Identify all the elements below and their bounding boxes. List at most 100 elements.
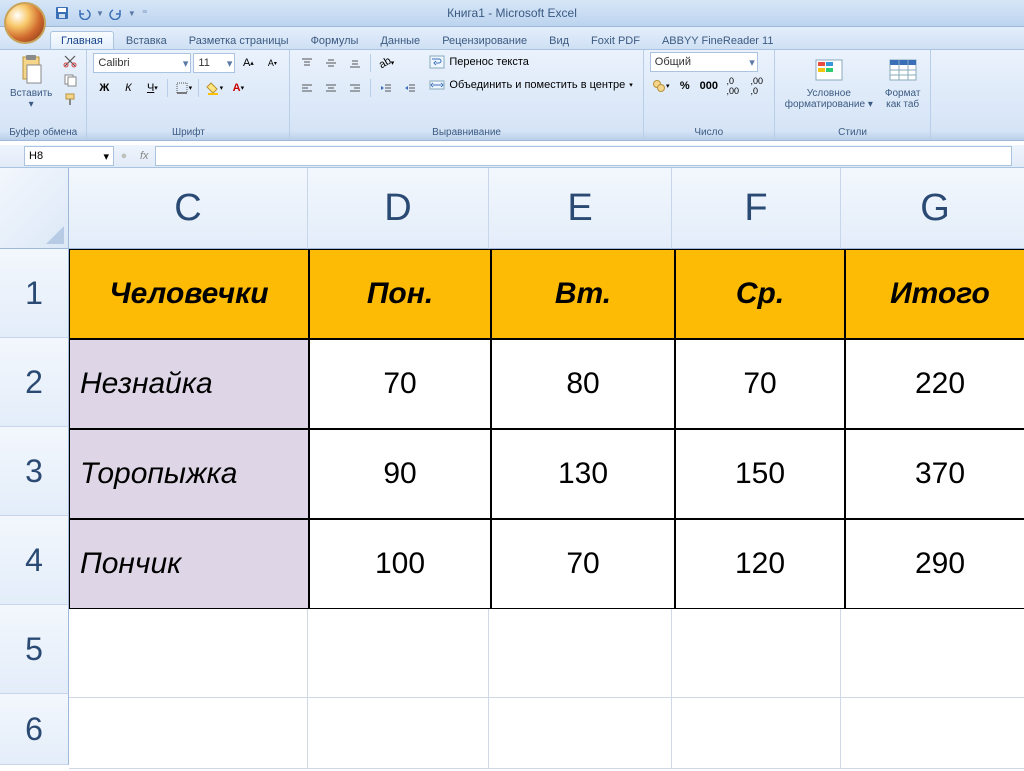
- orientation-icon[interactable]: ab▾: [375, 52, 397, 74]
- fill-color-icon[interactable]: ▾: [203, 77, 225, 99]
- tab-главная[interactable]: Главная: [50, 31, 114, 49]
- percent-icon[interactable]: %: [674, 75, 696, 97]
- cell[interactable]: 150: [675, 429, 845, 519]
- title-bar: ▼ ▼ ⁼ Книга1 - Microsoft Excel: [0, 0, 1024, 27]
- cell[interactable]: 220: [845, 339, 1024, 429]
- row-header[interactable]: 1: [0, 249, 69, 338]
- group-number: Общий▾ ▾ % 000 ,0,00 ,00,0 Число: [644, 50, 775, 140]
- cell[interactable]: [672, 609, 841, 698]
- align-top-icon[interactable]: [296, 52, 318, 74]
- cut-icon[interactable]: [60, 52, 80, 70]
- bold-button[interactable]: Ж: [93, 77, 115, 99]
- grow-font-icon[interactable]: A▴: [237, 52, 259, 74]
- column-header[interactable]: D: [308, 168, 489, 249]
- cell[interactable]: 120: [675, 519, 845, 609]
- increase-decimal-icon[interactable]: ,0,00: [722, 75, 744, 97]
- format-painter-icon[interactable]: [60, 90, 80, 108]
- tab-abbyy-finereader-11[interactable]: ABBYY FineReader 11: [652, 32, 784, 49]
- cell[interactable]: 80: [491, 339, 675, 429]
- cell[interactable]: [841, 609, 1024, 698]
- align-left-icon[interactable]: [296, 77, 318, 99]
- cell[interactable]: [489, 698, 672, 769]
- cell[interactable]: 90: [309, 429, 491, 519]
- column-header[interactable]: G: [841, 168, 1024, 249]
- cell[interactable]: 70: [491, 519, 675, 609]
- quick-access-toolbar: ▼ ▼ ⁼: [52, 3, 148, 23]
- name-box[interactable]: H8▾: [24, 146, 114, 166]
- wrap-text-label: Перенос текста: [449, 56, 529, 68]
- cell[interactable]: [69, 609, 308, 698]
- dropdown-icon[interactable]: ▼: [96, 9, 104, 18]
- tab-разметка-страницы[interactable]: Разметка страницы: [179, 32, 299, 49]
- undo-icon[interactable]: [74, 3, 94, 23]
- decrease-decimal-icon[interactable]: ,00,0: [746, 75, 768, 97]
- increase-indent-icon[interactable]: [399, 77, 421, 99]
- paste-button[interactable]: Вставить▾: [6, 52, 56, 112]
- align-right-icon[interactable]: [344, 77, 366, 99]
- group-label: Выравнивание: [296, 127, 636, 140]
- cell[interactable]: [69, 698, 308, 769]
- tab-foxit-pdf[interactable]: Foxit PDF: [581, 32, 650, 49]
- underline-button[interactable]: Ч▾: [141, 77, 163, 99]
- comma-icon[interactable]: 000: [698, 75, 720, 97]
- cell[interactable]: Торопыжка: [69, 429, 309, 519]
- row-header[interactable]: 3: [0, 427, 69, 516]
- cell[interactable]: [308, 698, 489, 769]
- format-as-table-button[interactable]: Форматкак таб: [881, 52, 925, 112]
- row-header[interactable]: 2: [0, 338, 69, 427]
- currency-icon[interactable]: ▾: [650, 75, 672, 97]
- wrap-text-button[interactable]: Перенос текста: [425, 52, 636, 72]
- borders-icon[interactable]: ▾: [172, 77, 194, 99]
- cell[interactable]: Пончик: [69, 519, 309, 609]
- font-color-icon[interactable]: A▾: [227, 77, 249, 99]
- row-header[interactable]: 5: [0, 605, 69, 694]
- cell[interactable]: 130: [491, 429, 675, 519]
- align-bottom-icon[interactable]: [344, 52, 366, 74]
- row-header[interactable]: 6: [0, 694, 69, 765]
- font-name-combo[interactable]: Calibri▾: [93, 53, 191, 73]
- cell[interactable]: 70: [675, 339, 845, 429]
- cell[interactable]: Пон.: [309, 249, 491, 339]
- align-center-icon[interactable]: [320, 77, 342, 99]
- merge-icon: [429, 78, 445, 92]
- cell[interactable]: [308, 609, 489, 698]
- office-button[interactable]: [4, 2, 46, 44]
- cell[interactable]: [489, 609, 672, 698]
- cell[interactable]: Незнайка: [69, 339, 309, 429]
- column-header[interactable]: E: [489, 168, 672, 249]
- conditional-formatting-button[interactable]: Условноеформатирование ▾: [781, 52, 877, 112]
- fx-icon[interactable]: fx: [140, 150, 149, 162]
- column-header[interactable]: F: [672, 168, 841, 249]
- tab-данные[interactable]: Данные: [370, 32, 430, 49]
- column-header[interactable]: C: [69, 168, 308, 249]
- tab-формулы[interactable]: Формулы: [301, 32, 369, 49]
- cell[interactable]: Вт.: [491, 249, 675, 339]
- redo-icon[interactable]: [106, 3, 126, 23]
- cell[interactable]: [672, 698, 841, 769]
- formula-bar[interactable]: [155, 146, 1012, 166]
- number-format-combo[interactable]: Общий▾: [650, 52, 758, 72]
- copy-icon[interactable]: [60, 71, 80, 89]
- cell[interactable]: Человечки: [69, 249, 309, 339]
- dropdown-icon[interactable]: ▼: [128, 9, 136, 18]
- align-middle-icon[interactable]: [320, 52, 342, 74]
- cell[interactable]: Итого: [845, 249, 1024, 339]
- shrink-font-icon[interactable]: A▾: [261, 52, 283, 74]
- italic-button[interactable]: К: [117, 77, 139, 99]
- cell[interactable]: 70: [309, 339, 491, 429]
- cell[interactable]: [841, 698, 1024, 769]
- qat-customize-icon[interactable]: ⁼: [142, 7, 148, 20]
- tab-рецензирование[interactable]: Рецензирование: [432, 32, 537, 49]
- cell[interactable]: 370: [845, 429, 1024, 519]
- row-header[interactable]: 4: [0, 516, 69, 605]
- tab-вставка[interactable]: Вставка: [116, 32, 177, 49]
- cell[interactable]: 290: [845, 519, 1024, 609]
- cell[interactable]: Ср.: [675, 249, 845, 339]
- select-all-corner[interactable]: [0, 168, 69, 249]
- tab-вид[interactable]: Вид: [539, 32, 579, 49]
- cell[interactable]: 100: [309, 519, 491, 609]
- save-icon[interactable]: [52, 3, 72, 23]
- decrease-indent-icon[interactable]: [375, 77, 397, 99]
- merge-center-button[interactable]: Объединить и поместить в центре ▾: [425, 75, 636, 95]
- font-size-combo[interactable]: 11▾: [193, 53, 235, 73]
